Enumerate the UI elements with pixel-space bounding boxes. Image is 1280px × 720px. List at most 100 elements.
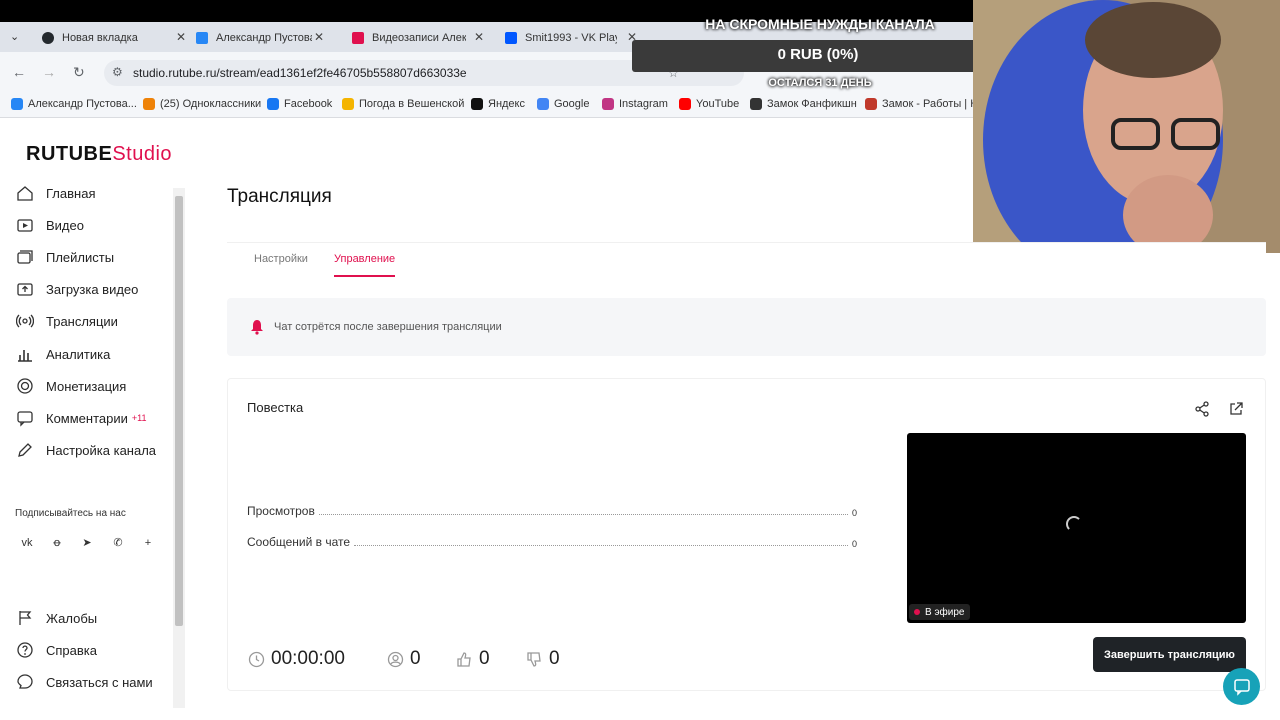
chat-messages-stat-row: Сообщений в чате 0 — [247, 533, 857, 549]
chat-messages-label: Сообщений в чате — [247, 535, 351, 549]
bookmark-item[interactable]: (25) Одноклассники — [143, 98, 261, 110]
bookmark-item[interactable]: Facebook — [267, 98, 332, 110]
bookmark-item[interactable]: Александр Пустова... — [11, 98, 137, 110]
tab-management[interactable]: Управление — [334, 253, 395, 265]
webcam-overlay — [973, 0, 1280, 253]
playlist-icon — [17, 250, 33, 264]
sidebar-item-label: Главная — [46, 185, 96, 201]
bookmark-favicon-icon — [342, 98, 354, 110]
sidebar-item-home[interactable]: Главная — [16, 183, 95, 203]
forward-icon[interactable]: → — [42, 64, 56, 80]
donate-remaining: ОСТАЛСЯ 31 ДЕНЬ — [768, 77, 872, 89]
github-icon — [42, 32, 54, 44]
tab-label: Александр Пустова — [216, 32, 312, 44]
dotted-leader — [318, 514, 848, 515]
chat-icon — [17, 674, 33, 689]
bookmark-favicon-icon — [267, 98, 279, 110]
bell-icon — [251, 320, 263, 335]
sidebar-item-video[interactable]: Видео — [16, 215, 84, 235]
home-icon — [17, 186, 33, 201]
sidebar-item-comment[interactable]: Комментарии +11 — [16, 408, 147, 428]
dotted-leader — [354, 545, 848, 546]
browser-tab[interactable]: Александр Пустова ✕ — [196, 26, 324, 50]
end-stream-button[interactable]: Завершить трансляцию — [1093, 637, 1246, 672]
bookmark-label: Александр Пустова... — [28, 98, 137, 110]
sidebar-item-label: Монетизация — [46, 378, 127, 394]
more-social-icon[interactable]: + — [139, 534, 157, 552]
loading-spinner-icon — [1066, 516, 1082, 532]
bookmark-label: YouTube — [696, 98, 740, 110]
edit-icon — [18, 443, 32, 457]
support-chat-button[interactable] — [1223, 668, 1260, 705]
bookmark-item[interactable]: Погода в Вешенской — [342, 98, 464, 110]
sidebar-item-label: Настройка канала — [46, 442, 157, 458]
sidebar-item-label: Загрузка видео — [46, 281, 139, 297]
bookmark-item[interactable]: YouTube — [679, 98, 739, 110]
viber-social-icon[interactable]: ✆ — [109, 534, 127, 552]
tab-label: Smit1993 - VK Play L — [525, 32, 617, 44]
ok-social-icon[interactable]: ꝋ — [48, 534, 66, 552]
rutube-studio-logo[interactable]: RUTUBEStudio — [26, 143, 172, 166]
sidebar-item-label: Комментарии — [46, 410, 128, 426]
subscribe-label: Подписывайтесь на нас — [15, 508, 126, 519]
clock-icon — [248, 651, 265, 667]
browser-tab[interactable]: Видеозаписи Алекс ✕ — [352, 26, 484, 50]
page-title: Трансляция — [227, 186, 332, 207]
reload-icon[interactable]: ↻ — [73, 64, 85, 81]
sidebar-item-analytics[interactable]: Аналитика — [16, 344, 110, 364]
sidebar-item-label: Плейлисты — [46, 249, 115, 265]
sidebar-item-broadcast[interactable]: Трансляции — [16, 311, 118, 331]
browser-tab[interactable]: Smit1993 - VK Play L ✕ — [505, 26, 637, 50]
sidebar-item-label: Справка — [46, 642, 97, 658]
site-info-icon[interactable]: ⚙ — [112, 65, 123, 79]
sidebar-item-flag[interactable]: Жалобы — [16, 608, 97, 628]
sidebar-item-label: Видео — [46, 217, 84, 233]
sidebar-item-upload[interactable]: Загрузка видео — [16, 279, 138, 299]
likes-value: 0 — [479, 648, 490, 669]
support-chat-icon — [1233, 678, 1250, 696]
views-label: Просмотров — [247, 504, 315, 518]
card-title: Повестка — [247, 400, 304, 415]
active-tab-underline — [334, 275, 395, 277]
sidebar-item-coin[interactable]: Монетизация — [16, 376, 126, 396]
live-badge: В эфире — [909, 604, 970, 620]
bookmark-label: Погода в Вешенской — [359, 98, 465, 110]
open-external-icon[interactable] — [1228, 401, 1244, 417]
bookmark-item[interactable]: Яндекс — [471, 98, 525, 110]
bookmark-item[interactable]: Instagram — [602, 98, 668, 110]
close-tab-icon[interactable]: ✕ — [314, 30, 324, 44]
back-icon[interactable]: ← — [12, 64, 26, 80]
share-icon[interactable] — [1194, 401, 1210, 417]
sidebar-item-help[interactable]: Справка — [16, 640, 97, 660]
sidebar-item-edit[interactable]: Настройка канала — [16, 440, 156, 460]
sidebar-item-playlist[interactable]: Плейлисты — [16, 247, 114, 267]
sidebar-item-label: Трансляции — [46, 313, 118, 329]
donate-title: НА СКРОМНЫЕ НУЖДЫ КАНАЛА — [705, 16, 935, 32]
close-tab-icon[interactable]: ✕ — [474, 30, 484, 44]
bookmark-favicon-icon — [865, 98, 877, 110]
bookmark-label: Замок Фанфикшн — [767, 98, 857, 110]
bookmark-label: Instagram — [619, 98, 668, 110]
views-value: 0 — [851, 508, 857, 518]
tab-list-dropdown-icon[interactable]: ⌄ — [10, 30, 19, 43]
telegram-social-icon[interactable]: ➤ — [78, 534, 96, 552]
coin-icon — [17, 378, 33, 394]
comments-count-badge: +11 — [131, 413, 147, 423]
bookmark-favicon-icon — [750, 98, 762, 110]
close-tab-icon[interactable]: ✕ — [176, 30, 186, 44]
vk-social-icon[interactable]: vk — [18, 534, 36, 552]
logo-studio-text: Studio — [112, 143, 173, 165]
sidebar-scrollbar-thumb[interactable] — [175, 196, 183, 626]
tab-settings[interactable]: Настройки — [254, 253, 308, 265]
url-text[interactable]: studio.rutube.ru/stream/ead1361ef2fe4670… — [133, 66, 467, 80]
bookmark-item[interactable]: Замок - Работы | Н... — [865, 98, 987, 110]
browser-tab[interactable]: Новая вкладка ✕ — [42, 26, 186, 50]
bookmark-item[interactable]: Google — [537, 98, 589, 110]
video-icon — [17, 219, 33, 232]
tab-label: Видеозаписи Алекс — [372, 32, 466, 44]
bookmark-label: Google — [554, 98, 590, 110]
sidebar-item-chat[interactable]: Связаться с нами — [16, 672, 153, 692]
bookmark-favicon-icon — [537, 98, 549, 110]
bookmark-item[interactable]: Замок Фанфикшн — [750, 98, 857, 110]
chat-messages-value: 0 — [851, 539, 857, 549]
